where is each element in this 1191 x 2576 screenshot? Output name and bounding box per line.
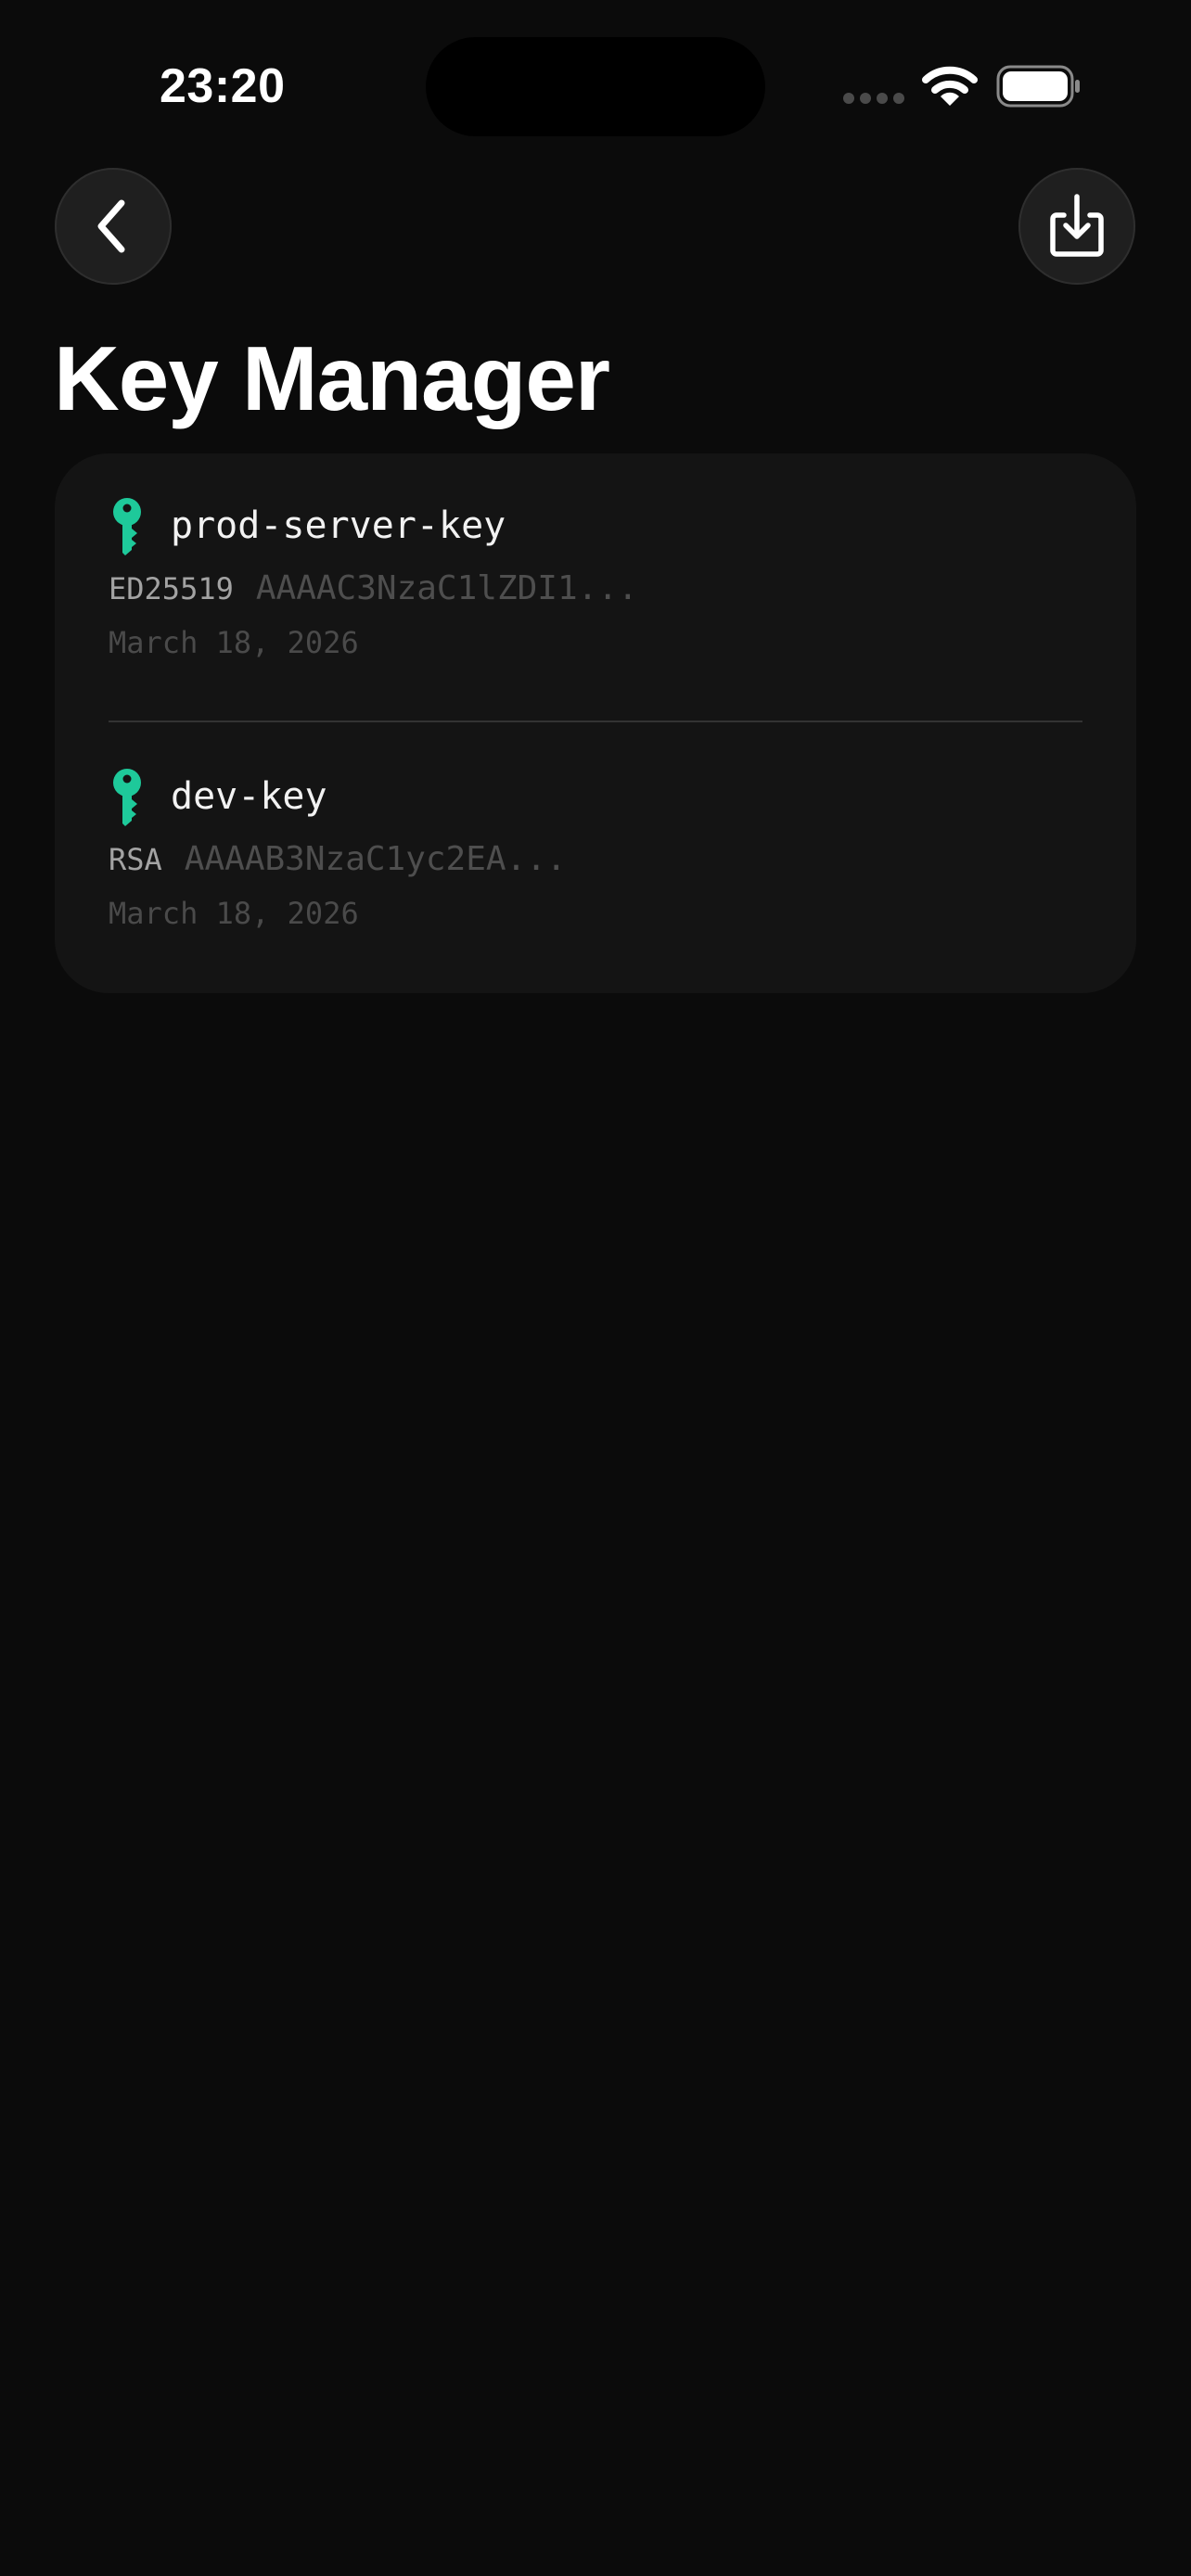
download-tray-icon [1050,194,1104,257]
key-date: March 18, 2026 [109,896,359,931]
chevron-left-icon [97,199,125,253]
back-button[interactable] [55,168,172,285]
key-type: RSA [109,842,162,877]
wifi-icon [922,66,978,106]
key-fingerprint: AAAAB3NzaC1yc2EA... [184,840,567,878]
key-name: dev-key [171,775,327,818]
key-list-card: prod-server-key ED25519 AAAAC3NzaC1lZDI1.… [55,453,1136,993]
dynamic-island [426,37,765,136]
key-icon [113,769,141,826]
battery-icon [996,65,1080,108]
key-meta: ED25519 AAAAC3NzaC1lZDI1... [109,568,638,615]
key-icon [113,498,141,555]
status-time: 23:20 [160,59,286,113]
key-name: prod-server-key [171,504,506,547]
key-type: ED25519 [109,571,234,606]
key-fingerprint: AAAAC3NzaC1lZDI1... [255,569,638,607]
import-key-button[interactable] [1018,168,1135,285]
cellular-signal-icon [843,93,904,106]
divider [109,721,1082,722]
page-title: Key Manager [54,327,610,429]
key-date: March 18, 2026 [109,625,359,660]
key-meta: RSA AAAAB3NzaC1yc2EA... [109,839,567,886]
